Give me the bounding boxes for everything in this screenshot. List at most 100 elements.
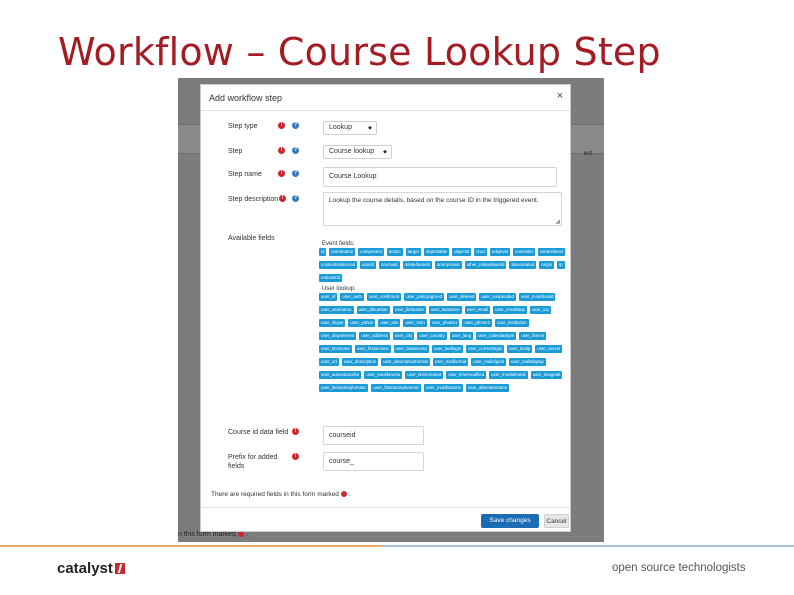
field-tag[interactable]: user_timemodified <box>446 371 487 379</box>
field-tag[interactable]: user_mnethostid <box>518 293 556 301</box>
help-icon[interactable]: ? <box>292 122 299 129</box>
field-tag[interactable]: user_lastlogin <box>432 345 464 353</box>
required-icon <box>237 531 244 538</box>
field-tag[interactable]: user_phone2 <box>462 319 493 327</box>
field-tag[interactable]: user_maildigest <box>471 358 506 366</box>
field-tag[interactable]: user_deleted <box>447 293 477 301</box>
field-tag[interactable]: user_lastname <box>428 306 462 314</box>
field-tag[interactable]: user_theme <box>519 332 547 340</box>
field-tag[interactable]: objecttable <box>423 248 450 256</box>
field-tag[interactable]: user_lastnamephonetic <box>319 384 369 392</box>
field-tag[interactable]: user_msn <box>403 319 427 327</box>
field-tag[interactable]: objectid <box>452 248 472 256</box>
cancel-button[interactable]: Cancel <box>544 514 569 528</box>
field-tag[interactable]: user_id <box>319 293 338 301</box>
field-tag[interactable]: user_institution <box>495 319 529 327</box>
dialog-footer-divider <box>201 507 570 508</box>
field-tag[interactable]: courseid <box>378 261 400 269</box>
field-tag[interactable]: relateduserid <box>402 261 432 269</box>
field-tag[interactable]: user_alternatename <box>465 384 510 392</box>
step-description-textarea[interactable]: Lookup the course details, based on the … <box>323 192 562 226</box>
field-tag[interactable]: user_middlename <box>424 384 463 392</box>
field-tag[interactable]: user_aim <box>378 319 401 327</box>
field-tag[interactable]: realuserid <box>319 274 343 282</box>
field-tag[interactable]: user_emailstop <box>493 306 527 314</box>
required-note-text: There are required fields in this form m… <box>211 491 339 498</box>
field-tag[interactable]: user_url <box>319 358 339 366</box>
field-tag[interactable]: user_city <box>392 332 415 340</box>
field-tag[interactable]: ip <box>557 261 565 269</box>
field-tag[interactable]: user_autosubscribe <box>319 371 362 379</box>
field-tag[interactable]: user_address <box>359 332 390 340</box>
field-tag[interactable]: contextid <box>513 248 535 256</box>
field-tag[interactable]: target <box>405 248 421 256</box>
field-tag[interactable]: origin <box>539 261 555 269</box>
field-tag[interactable]: user_department <box>319 332 357 340</box>
field-tag[interactable]: user_firstname <box>392 306 426 314</box>
field-tag[interactable]: user_timezone <box>319 345 352 353</box>
step-select[interactable]: Course lookup ◆ <box>323 145 392 159</box>
field-tag[interactable]: component <box>358 248 384 256</box>
field-tag[interactable]: user_description <box>341 358 379 366</box>
event-fields-list: id eventname component action target objectta… <box>319 248 567 282</box>
field-tag[interactable]: user_mailformat <box>432 358 469 366</box>
caret-down-icon: ◆ <box>368 125 372 131</box>
field-tag[interactable]: user_calendartype <box>476 332 517 340</box>
field-tag[interactable]: user_yahoo <box>348 319 376 327</box>
close-icon[interactable]: × <box>557 90 563 102</box>
step-label: Step <box>228 148 243 155</box>
field-tag[interactable]: user_idnumber <box>356 306 390 314</box>
step-name-input[interactable]: Course Lookup <box>323 167 557 187</box>
add-workflow-step-dialog: Add workflow step × Step type ! ? Lookup… <box>200 84 571 532</box>
footer-rule-right <box>382 545 794 547</box>
field-tag[interactable]: crud <box>474 248 487 256</box>
field-tag[interactable]: anonymous <box>434 261 462 269</box>
field-tag[interactable]: contextlevel <box>537 248 565 256</box>
field-tag[interactable]: user_lastaccess <box>393 345 430 353</box>
field-tag[interactable]: user_lastip <box>507 345 533 353</box>
field-tag[interactable]: user_username <box>319 306 354 314</box>
prefix-input[interactable]: course_ <box>323 452 424 471</box>
save-changes-button[interactable]: Save changes <box>481 514 539 528</box>
field-tag[interactable]: user_maildisplay <box>509 358 546 366</box>
field-tag[interactable]: user_email <box>464 306 491 314</box>
field-tag[interactable]: user_timecreated <box>405 371 444 379</box>
field-tag[interactable]: user_descriptionformat <box>381 358 430 366</box>
field-tag[interactable]: user_skype <box>319 319 346 327</box>
field-tag[interactable]: user_trackforums <box>364 371 403 379</box>
dialog-header: Add workflow step × <box>201 85 570 111</box>
field-tag[interactable]: id <box>319 248 327 256</box>
field-tag[interactable]: user_imagealt <box>530 371 563 379</box>
footer-rule-left <box>0 545 382 547</box>
field-tag[interactable]: other_relateduserid <box>464 261 507 269</box>
field-tag[interactable]: user_country <box>417 332 447 340</box>
step-description-value: Lookup the course details, based on the … <box>329 197 539 204</box>
help-icon[interactable]: ? <box>292 170 299 177</box>
field-tag[interactable]: user_suspended <box>479 293 516 301</box>
background-footer-note: n this form marked . <box>178 531 248 538</box>
field-tag[interactable]: user_confirmed <box>366 293 402 301</box>
field-tag[interactable]: contextinstanceid <box>319 261 357 269</box>
field-tag[interactable]: user_firstnamephonetic <box>371 384 422 392</box>
field-tag[interactable]: userid <box>359 261 376 269</box>
field-tag[interactable]: user_trustbitmask <box>489 371 528 379</box>
help-icon[interactable]: ? <box>292 147 299 154</box>
resize-grip-icon[interactable]: ◢ <box>555 218 560 225</box>
field-tag[interactable]: timecreated <box>509 261 537 269</box>
field-tag[interactable]: user_policyagreed <box>404 293 445 301</box>
field-tag[interactable]: edulevel <box>489 248 511 256</box>
field-tag[interactable]: user_firstaccess <box>354 345 391 353</box>
field-tag[interactable]: user_icq <box>529 306 551 314</box>
step-value: Course lookup <box>329 148 375 155</box>
field-tag[interactable]: user_auth <box>340 293 364 301</box>
field-tag[interactable]: eventname <box>329 248 356 256</box>
field-tag[interactable]: user_secret <box>535 345 563 353</box>
field-tag[interactable]: user_phone1 <box>429 319 460 327</box>
caret-down-icon: ◆ <box>383 149 387 155</box>
help-icon[interactable]: ? <box>292 195 299 202</box>
field-tag[interactable]: user_lang <box>449 332 474 340</box>
field-tag[interactable]: user_currentlogin <box>466 345 505 353</box>
step-type-select[interactable]: Lookup ◆ <box>323 121 377 135</box>
field-tag[interactable]: action <box>386 248 403 256</box>
course-id-field-input[interactable]: courseid <box>323 426 424 445</box>
